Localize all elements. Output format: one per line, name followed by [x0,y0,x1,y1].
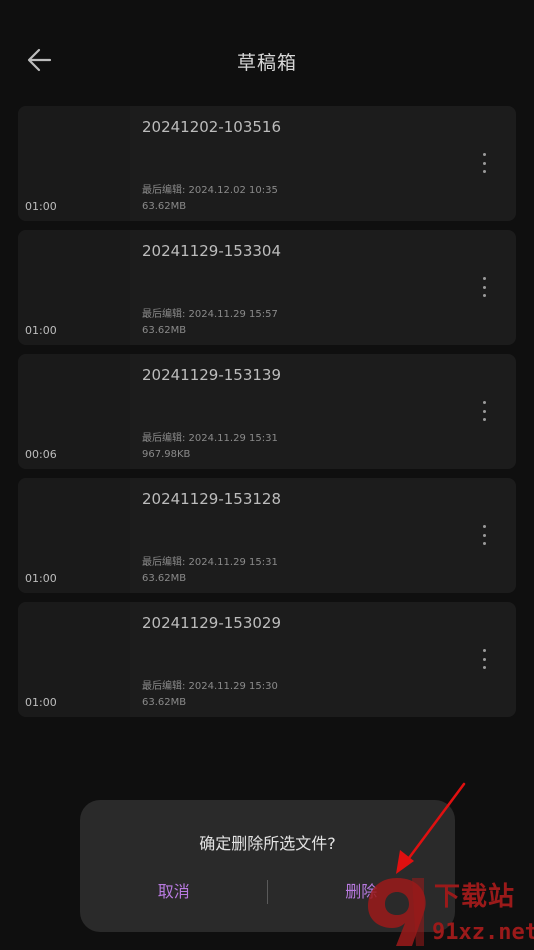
draft-size: 63.62MB [142,325,187,336]
draft-duration: 01:00 [25,696,57,709]
draft-card[interactable]: 01:00 20241202-103516 最后编辑: 2024.12.02 1… [18,106,516,221]
draft-edited-time: 最后编辑: 2024.12.02 10:35 [142,185,278,196]
draft-card[interactable]: 01:00 20241129-153128 最后编辑: 2024.11.29 1… [18,478,516,593]
draft-name: 20241202-103516 [142,118,282,136]
site-watermark: 下载站 91xz.net [362,872,534,950]
more-options-icon[interactable] [474,646,494,672]
draft-thumbnail[interactable]: 01:00 [18,230,130,345]
draft-name: 20241129-153139 [142,366,282,384]
draft-name: 20241129-153304 [142,242,282,260]
draft-size: 63.62MB [142,573,187,584]
draft-edited-time: 最后编辑: 2024.11.29 15:31 [142,557,278,568]
draft-card[interactable]: 01:00 20241129-153304 最后编辑: 2024.11.29 1… [18,230,516,345]
draft-size: 63.62MB [142,697,187,708]
draft-edited-time: 最后编辑: 2024.11.29 15:57 [142,309,278,320]
draft-size: 63.62MB [142,201,187,212]
draft-duration: 01:00 [25,572,57,585]
watermark-top-text: 下载站 [434,882,516,912]
more-options-icon[interactable] [474,398,494,424]
draft-name: 20241129-153029 [142,614,282,632]
draft-duration: 01:00 [25,200,57,213]
watermark-bottom-text: 91xz.net [432,920,534,945]
draft-list: 01:00 20241202-103516 最后编辑: 2024.12.02 1… [18,106,516,726]
draft-thumbnail[interactable]: 01:00 [18,478,130,593]
draft-name: 20241129-153128 [142,490,282,508]
draft-edited-time: 最后编辑: 2024.11.29 15:30 [142,681,278,692]
draft-card[interactable]: 00:06 20241129-153139 最后编辑: 2024.11.29 1… [18,354,516,469]
draft-duration: 01:00 [25,324,57,337]
drafts-screen: 草稿箱 01:00 20241202-103516 最后编辑: 2024.12.… [0,0,534,950]
cancel-button[interactable]: 取消 [80,878,268,906]
draft-thumbnail[interactable]: 00:06 [18,354,130,469]
dialog-message: 确定删除所选文件? [199,834,336,853]
draft-thumbnail[interactable]: 01:00 [18,602,130,717]
draft-edited-time: 最后编辑: 2024.11.29 15:31 [142,433,278,444]
more-options-icon[interactable] [474,274,494,300]
dialog-divider [267,880,268,904]
top-bar: 草稿箱 [0,0,534,110]
watermark-logo-icon [368,878,426,946]
more-options-icon[interactable] [474,522,494,548]
draft-size: 967.98KB [142,449,191,460]
draft-thumbnail[interactable]: 01:00 [18,106,130,221]
more-options-icon[interactable] [474,150,494,176]
page-title: 草稿箱 [236,52,297,74]
draft-card[interactable]: 01:00 20241129-153029 最后编辑: 2024.11.29 1… [18,602,516,717]
draft-duration: 00:06 [25,448,57,461]
